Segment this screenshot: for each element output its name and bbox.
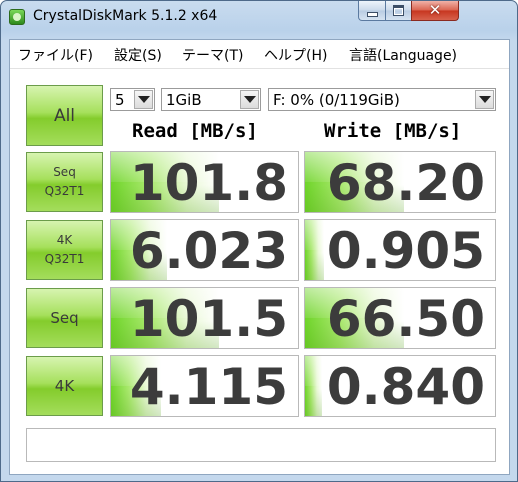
4k-q32t1-button[interactable]: 4K Q32T1 [26,220,103,280]
minimize-icon [366,12,378,17]
menu-bar: ファイル(F) 設定(S) テーマ(T) ヘルプ(H) 言語(Language) [10,40,509,69]
drive-value: F: 0% (0/119GiB) [273,91,400,109]
read-result-4k-q32t1: 6.023 [110,219,299,281]
row-label-line2: Q32T1 [44,184,85,198]
minimize-button[interactable] [358,1,386,21]
write-result-4k-q32t1: 0.905 [304,219,496,281]
row-label-line2: Q32T1 [44,252,85,266]
4k-button[interactable]: 4K [26,356,103,416]
close-icon: ✕ [428,1,442,19]
write-value: 0.905 [326,222,485,280]
write-value: 0.840 [326,358,485,416]
write-result-4k: 0.840 [304,355,496,417]
drive-select[interactable]: F: 0% (0/119GiB) [268,88,496,111]
maximize-icon [393,5,404,16]
menu-file[interactable]: ファイル(F) [18,45,93,65]
write-value: 66.50 [326,290,485,348]
read-value: 101.5 [129,290,288,348]
maximize-button[interactable] [385,1,412,21]
test-size-select[interactable]: 1GiB [161,88,261,111]
row-label-line1: Seq [50,308,79,327]
app-icon [9,9,25,25]
app-window: CrystalDiskMark 5.1.2 x64 ✕ ファイル(F) 設定(S… [0,0,518,482]
menu-settings[interactable]: 設定(S) [114,45,162,65]
write-value: 68.20 [326,154,485,212]
row-label-line1: Seq [53,165,76,179]
write-result-seq: 66.50 [304,287,496,349]
write-column-header: Write [MB/s] [324,120,462,142]
test-count-select[interactable]: 5 [110,88,155,111]
all-button[interactable]: All [26,85,103,146]
read-value: 6.023 [129,222,288,280]
read-value: 4.115 [129,358,288,416]
comment-field[interactable] [26,428,496,462]
seq-q32t1-button[interactable]: Seq Q32T1 [26,152,103,212]
write-result-seq-q32t1: 68.20 [304,151,496,213]
test-size-value: 1GiB [166,91,202,109]
chevron-down-icon[interactable] [475,90,494,109]
chevron-down-icon[interactable] [134,90,153,109]
seq-button[interactable]: Seq [26,288,103,348]
menu-language[interactable]: 言語(Language) [349,45,457,65]
title-bar[interactable]: CrystalDiskMark 5.1.2 x64 ✕ [1,1,517,37]
row-label-line1: 4K [54,376,75,395]
window-title: CrystalDiskMark 5.1.2 x64 [33,8,218,24]
write-level-bar [305,356,323,416]
read-result-seq: 101.5 [110,287,299,349]
read-result-4k: 4.115 [110,355,299,417]
close-button[interactable]: ✕ [411,1,459,21]
write-level-bar [305,220,324,280]
read-result-seq-q32t1: 101.8 [110,151,299,213]
menu-theme[interactable]: テーマ(T) [182,45,243,65]
read-column-header: Read [MB/s] [132,120,258,142]
read-value: 101.8 [129,154,288,212]
client-area: ファイル(F) 設定(S) テーマ(T) ヘルプ(H) 言語(Language)… [9,39,510,475]
menu-help[interactable]: ヘルプ(H) [264,45,327,65]
row-label-line1: 4K [56,233,73,247]
test-count-value: 5 [115,91,125,109]
chevron-down-icon[interactable] [240,90,259,109]
